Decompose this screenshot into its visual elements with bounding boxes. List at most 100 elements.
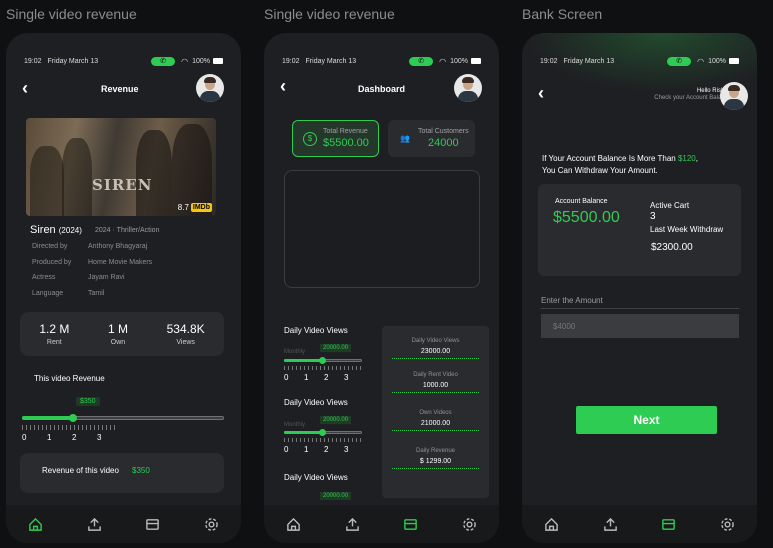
video-preview-box[interactable] xyxy=(284,170,480,288)
settings-icon[interactable] xyxy=(719,515,737,533)
active-cart-label: Active Cart xyxy=(650,201,690,210)
status-time: 19:02 xyxy=(540,57,558,65)
status-time: 19:02 xyxy=(24,57,42,65)
panel-item: Daily Video Views 23000.00 xyxy=(392,338,479,359)
revenue-section-label: This video Revenue xyxy=(34,374,105,383)
movie-title: Siren (2024) xyxy=(30,224,82,236)
panel-item: Daily Revenue $ 1299.00 xyxy=(392,448,479,469)
movie-meta: 2024 · Thriller/Action xyxy=(95,227,160,234)
total-customers-card[interactable]: 👥 Total Customers 24000 xyxy=(388,120,475,157)
revenue-footer-value: $350 xyxy=(132,466,150,475)
movie-poster[interactable]: SIREN 8.7 IMDb xyxy=(26,118,216,216)
stats-card: 1.2 M Rent 1 M Own 534.8K Views xyxy=(20,312,224,356)
card-icon[interactable] xyxy=(660,515,678,533)
page-title: Dashboard xyxy=(358,84,406,94)
total-customers-value: 24000 xyxy=(427,137,459,149)
settings-icon[interactable] xyxy=(203,515,221,533)
revenue-slider-fill xyxy=(22,416,73,420)
info-row-language: Language Tamil xyxy=(32,290,105,297)
balance-label: Account Balance xyxy=(555,198,608,205)
bottom-nav xyxy=(6,505,241,543)
daily-views-value-badge: 20000.00 xyxy=(320,344,352,352)
phone-bank: 19:02 Friday March 13 ✆ ◠ 100% ‹ Hello R… xyxy=(522,33,757,543)
stat-views: 534.8K Views xyxy=(166,322,205,346)
revenue-slider-knob[interactable] xyxy=(68,414,77,422)
status-time: 19:02 xyxy=(282,57,300,65)
upload-icon[interactable] xyxy=(343,515,361,533)
call-icon: ✆ xyxy=(151,56,176,66)
imdb-logo: IMDb xyxy=(190,203,212,212)
wifi-icon: ◠ xyxy=(697,56,705,66)
slider-value-badge: $350 xyxy=(76,397,100,406)
slider-ticks xyxy=(284,366,362,370)
divider xyxy=(541,308,739,309)
daily-views-label: Daily Video Views xyxy=(284,326,348,335)
avatar[interactable] xyxy=(196,74,224,102)
amount-label: Enter the Amount xyxy=(541,296,603,305)
card-icon[interactable] xyxy=(144,515,162,533)
wifi-icon: ◠ xyxy=(439,56,447,66)
avatar[interactable] xyxy=(454,74,482,102)
balance-value: $5500.00 xyxy=(553,209,620,226)
battery-text: 100% xyxy=(708,57,726,65)
users-icon: 👥 xyxy=(400,134,410,143)
bottom-nav xyxy=(264,505,499,543)
upload-icon[interactable] xyxy=(601,515,619,533)
settings-icon[interactable] xyxy=(461,515,479,533)
status-bar: 19:02 Friday March 13 ✆ ◠ 100% xyxy=(282,55,481,67)
monthly-label: Monthly xyxy=(284,349,306,355)
views-slider-fill xyxy=(284,431,322,434)
next-button[interactable]: Next xyxy=(576,406,717,434)
battery-text: 100% xyxy=(450,57,468,65)
section-label-2: Single video revenue xyxy=(264,6,395,22)
phone-dashboard: 19:02 Friday March 13 ✆ ◠ 100% ‹ Dashboa… xyxy=(264,33,499,543)
panel-item: Own Videos 21000.00 xyxy=(392,410,479,431)
battery-icon xyxy=(471,58,481,64)
panel-item: Daily Rent Video 1000.00 xyxy=(392,372,479,393)
phone-revenue: 19:02 Friday March 13 ✆ ◠ 100% ‹ Revenue… xyxy=(6,33,241,543)
revenue-footer-label: Revenue of this video xyxy=(42,466,119,475)
back-chevron-icon[interactable]: ‹ xyxy=(22,78,28,99)
status-bar: 19:02 Friday March 13 ✆ ◠ 100% xyxy=(540,55,739,67)
status-date: Friday March 13 xyxy=(563,57,615,65)
revenue-footer-card: Revenue of this video $350 xyxy=(20,453,224,493)
battery-icon xyxy=(213,58,223,64)
home-icon[interactable] xyxy=(542,515,560,533)
avatar[interactable] xyxy=(720,82,748,110)
last-week-label: Last Week Withdraw xyxy=(650,225,724,234)
page-title: Revenue xyxy=(101,84,139,94)
views-slider-knob[interactable] xyxy=(319,429,326,436)
daily-views-label: Daily Video Views xyxy=(284,473,348,482)
section-label-3: Bank Screen xyxy=(522,6,603,22)
info-row-producer: Produced by Home Movie Makers xyxy=(32,259,153,266)
home-icon[interactable] xyxy=(26,515,44,533)
section-label-1: Single video revenue xyxy=(6,6,137,22)
views-slider-fill xyxy=(284,359,322,362)
daily-views-label: Daily Video Views xyxy=(284,398,348,407)
home-icon[interactable] xyxy=(284,515,302,533)
bottom-nav xyxy=(522,505,757,543)
info-row-director: Directed by Anthony Bhagyaraj xyxy=(32,243,148,250)
info-row-actress: Actress Jayam Ravi xyxy=(32,274,125,281)
battery-icon xyxy=(729,58,739,64)
call-icon: ✆ xyxy=(667,56,692,66)
stat-own: 1 M Own xyxy=(107,322,128,346)
poster-title: SIREN xyxy=(92,176,153,194)
total-revenue-card[interactable]: $ Total Revenue $5500.00 xyxy=(292,120,379,157)
card-icon[interactable] xyxy=(402,515,420,533)
rating-badge: 8.7 IMDb xyxy=(177,203,212,212)
wifi-icon: ◠ xyxy=(181,56,189,66)
views-slider-knob[interactable] xyxy=(319,357,326,364)
daily-stats-panel: Daily Video Views 23000.00 Daily Rent Vid… xyxy=(382,326,489,498)
back-chevron-icon[interactable]: ‹ xyxy=(280,76,286,97)
upload-icon[interactable] xyxy=(85,515,103,533)
total-customers-label: Total Customers xyxy=(418,128,469,135)
status-date: Friday March 13 xyxy=(305,57,357,65)
slider-ticks xyxy=(22,425,117,430)
call-icon: ✆ xyxy=(409,56,434,66)
total-revenue-label: Total Revenue xyxy=(323,128,368,135)
back-chevron-icon[interactable]: ‹ xyxy=(538,83,544,104)
total-revenue-value: $5500.00 xyxy=(323,137,369,149)
amount-input[interactable] xyxy=(541,314,739,338)
monthly-label: Monthly xyxy=(284,422,306,428)
